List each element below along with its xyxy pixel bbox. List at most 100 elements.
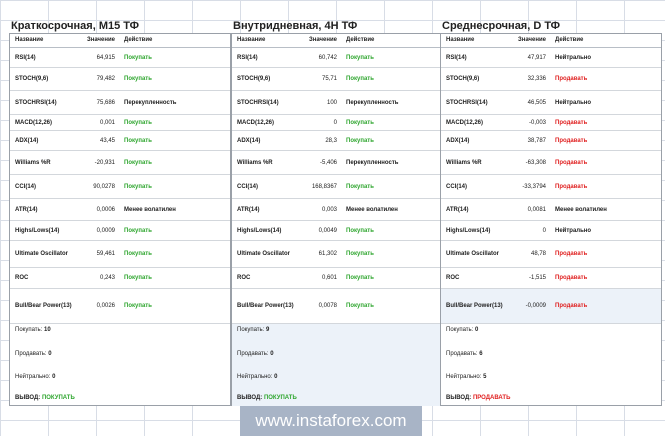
indicator-action: Покупать	[346, 54, 374, 61]
indicator-value: 0,0006	[96, 206, 115, 213]
indicator-action: Покупать	[124, 54, 152, 61]
indicator-action: Продавать	[555, 119, 588, 126]
indicator-value: 28,3	[325, 137, 337, 144]
indicator-name: MACD(12,26)	[446, 119, 484, 126]
indicator-value: 0,0026	[96, 303, 115, 309]
verdict: ВЫВОД: ПРОДАВАТЬ	[446, 395, 510, 401]
indicator-action: Покупать	[346, 303, 374, 309]
table-row: Highs/Lows(14) 0,0049 Покупать	[232, 221, 452, 241]
panel-short-term: Краткосрочная, М15 ТФ Название Значение …	[9, 0, 231, 436]
verdict: ВЫВОД: ПОКУПАТЬ	[15, 395, 75, 401]
indicator-action: Покупать	[346, 76, 374, 82]
indicator-action: Менее волатилен	[555, 206, 607, 213]
indicator-value: -1,515	[528, 275, 546, 281]
summary: Покупать: 10 Продавать: 0 Нейтрально: 0 …	[10, 324, 230, 406]
indicator-value: 0	[333, 119, 337, 126]
summary: Покупать: 0 Продавать: 6 Нейтрально: 5 В…	[441, 324, 661, 406]
indicator-name: CCI(14)	[15, 183, 37, 190]
table-header: Название Значение Действие	[232, 34, 452, 48]
indicator-name: Highs/Lows(14)	[237, 227, 282, 234]
summary-sell-label: Продавать:	[237, 351, 269, 357]
indicator-action: Покупать	[346, 137, 374, 144]
verdict-label: ВЫВОД:	[446, 395, 472, 401]
indicator-action: Продавать	[555, 159, 588, 166]
indicator-name: Ultimate Oscillator	[15, 251, 69, 257]
indicator-value: 64,915	[96, 54, 115, 61]
table-row: MACD(12,26) 0,001 Покупать	[10, 115, 230, 131]
table-row: Williams %R -63,308 Продавать	[441, 151, 661, 175]
summary-sell-label: Продавать:	[446, 351, 478, 357]
indicator-action: Покупать	[346, 275, 374, 281]
panel-title: Краткосрочная, М15 ТФ	[11, 20, 139, 32]
indicator-value: -20,931	[94, 159, 115, 166]
indicator-name: Highs/Lows(14)	[446, 227, 491, 234]
indicator-value: 43,45	[99, 137, 115, 144]
indicator-value: 0	[542, 227, 546, 234]
table-row: ADX(14) 38,787 Продавать	[441, 131, 661, 151]
summary-neutral-label: Нейтрально:	[446, 374, 482, 380]
indicator-action: Покупать	[346, 119, 374, 126]
header-value: Значение	[308, 37, 337, 43]
indicator-action: Покупать	[124, 76, 152, 82]
panel-title: Среднесрочная, D ТФ	[442, 20, 561, 32]
indicator-name: STOCHRSI(14)	[237, 99, 279, 106]
indicator-value: 90,0278	[93, 183, 115, 190]
indicator-action: Нейтрально	[555, 227, 592, 234]
table-row: STOCH(9,6) 32,336 Продавать	[441, 68, 661, 91]
header-name: Название	[237, 37, 266, 43]
indicator-name: MACD(12,26)	[15, 119, 53, 126]
indicator-action: Покупать	[124, 303, 152, 309]
indicator-value: -0,003	[528, 119, 546, 126]
table-row: STOCHRSI(14) 75,686 Перекупленность	[10, 91, 230, 115]
header-value: Значение	[517, 37, 546, 43]
indicator-name: ATR(14)	[237, 206, 260, 213]
indicator-value: 32,336	[527, 76, 546, 82]
table-row: MACD(12,26) 0 Покупать	[232, 115, 452, 131]
indicator-value: 0,243	[99, 275, 115, 281]
indicator-action: Менее волатилен	[346, 206, 398, 213]
table-row: Bull/Bear Power(13) 0,0078 Покупать	[232, 289, 452, 324]
indicator-action: Покупать	[124, 159, 152, 166]
indicator-name: ATR(14)	[15, 206, 38, 213]
table-row: Bull/Bear Power(13) 0,0026 Покупать	[10, 289, 230, 324]
summary-sell-count: 6	[479, 351, 483, 357]
table-row: MACD(12,26) -0,003 Продавать	[441, 115, 661, 131]
indicator-value: 0,0049	[318, 227, 337, 234]
table-row: ADX(14) 28,3 Покупать	[232, 131, 452, 151]
indicator-value: -5,406	[319, 159, 337, 166]
indicator-action: Перекупленность	[346, 159, 399, 166]
indicator-value: -33,3794	[522, 183, 546, 190]
table-row: CCI(14) 168,8367 Покупать	[232, 175, 452, 199]
indicator-value: 38,787	[527, 137, 546, 144]
indicator-value: 79,482	[96, 76, 115, 82]
table-row: Highs/Lows(14) 0 Нейтрально	[441, 221, 661, 241]
summary-neutral-label: Нейтрально:	[15, 374, 51, 380]
table-row: Ultimate Oscillator 61,302 Покупать	[232, 241, 452, 268]
indicator-action: Продавать	[555, 137, 588, 144]
table-row: RSI(14) 60,742 Покупать	[232, 48, 452, 68]
summary-sell: Продавать: 0	[237, 351, 274, 357]
indicator-value: 59,461	[96, 251, 115, 257]
summary-sell-count: 0	[270, 351, 274, 357]
summary-buy-label: Покупать:	[446, 327, 474, 333]
indicator-action: Покупать	[124, 227, 152, 234]
header-action: Действие	[346, 37, 375, 43]
verdict-label: ВЫВОД:	[15, 395, 41, 401]
summary-neutral-count: 5	[483, 374, 487, 380]
indicator-value: 168,8367	[311, 183, 337, 190]
indicator-table: Название Значение Действие RSI(14) 64,915…	[9, 33, 231, 406]
indicator-action: Продавать	[555, 275, 588, 281]
summary-buy-label: Покупать:	[15, 327, 43, 333]
indicator-value: -63,308	[525, 159, 546, 166]
table-row: STOCH(9,6) 75,71 Покупать	[232, 68, 452, 91]
indicator-action: Покупать	[346, 183, 374, 190]
indicator-action: Нейтрально	[555, 54, 592, 61]
indicator-name: Ultimate Oscillator	[237, 251, 291, 257]
indicator-value: 0,0078	[318, 303, 337, 309]
indicator-name: Highs/Lows(14)	[15, 227, 60, 234]
verdict-value: ПРОДАВАТЬ	[472, 395, 511, 401]
table-row: ROC 0,601 Покупать	[232, 268, 452, 289]
indicator-action: Продавать	[555, 76, 588, 82]
summary: Покупать: 9 Продавать: 0 Нейтрально: 0 В…	[232, 324, 452, 406]
indicator-value: 46,505	[527, 99, 546, 106]
